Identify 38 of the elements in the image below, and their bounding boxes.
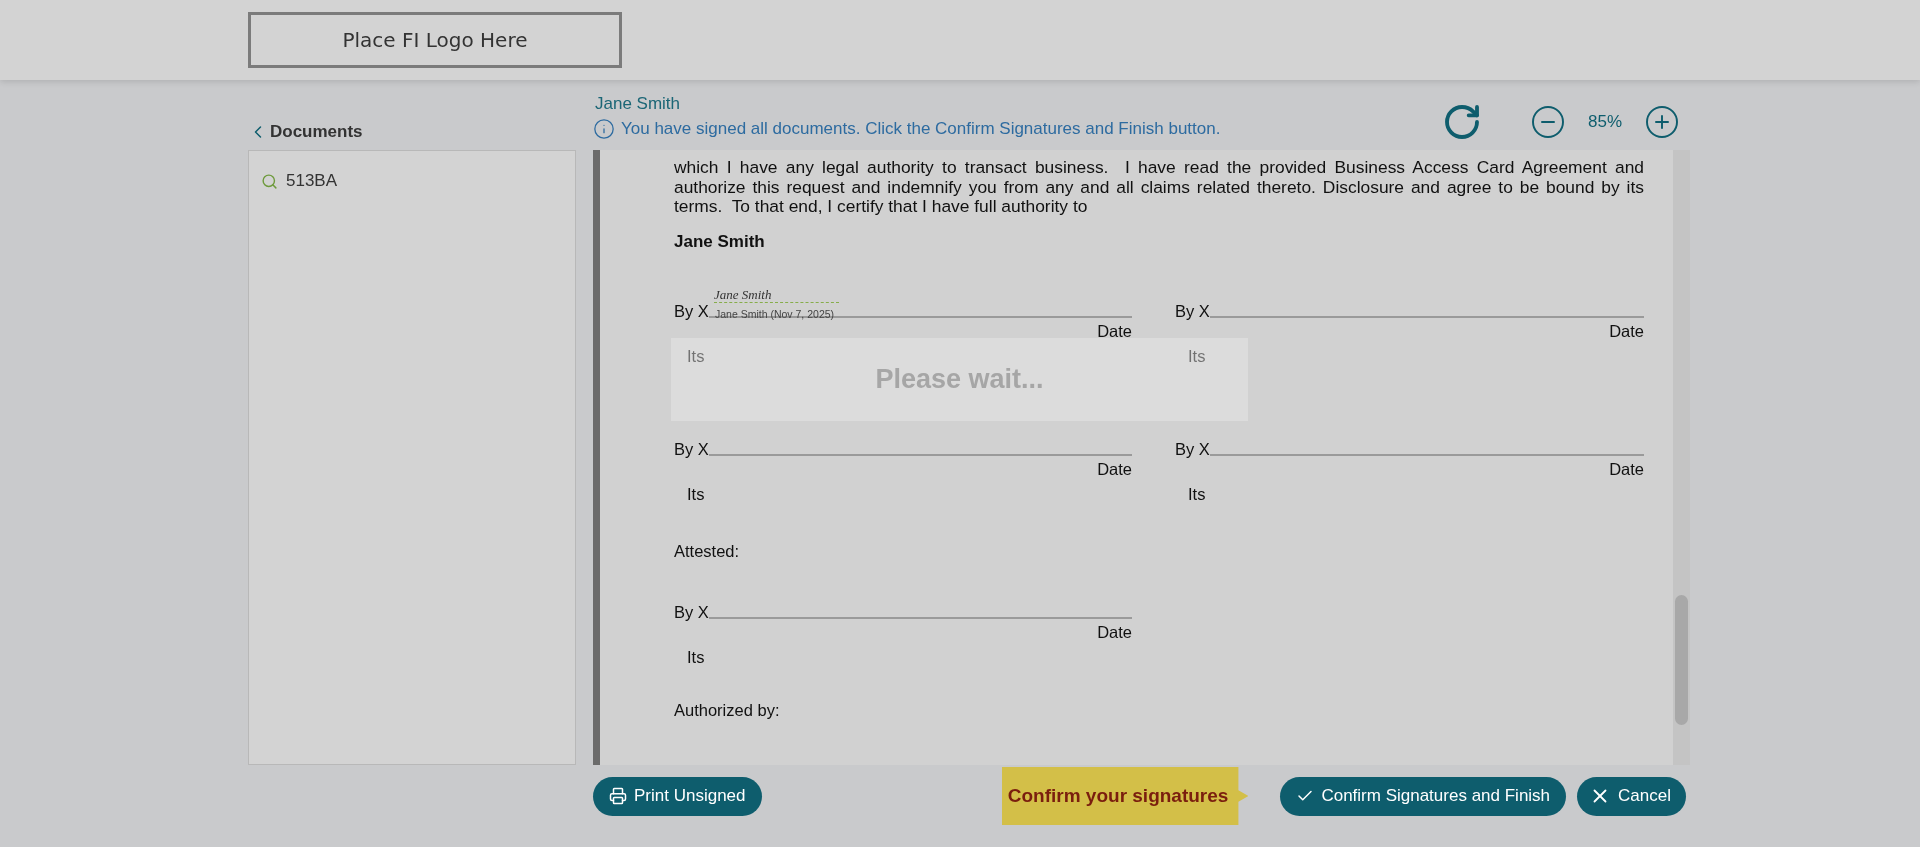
- confirm-button[interactable]: Confirm Signatures and Finish: [1280, 776, 1567, 816]
- signature-label: By X: [1175, 439, 1210, 459]
- date-label: Date: [1609, 459, 1644, 478]
- refresh-icon[interactable]: [1442, 102, 1482, 142]
- title-label: Its: [687, 484, 705, 503]
- zoom-level: 85%: [1587, 112, 1623, 132]
- search-icon: [261, 172, 278, 190]
- title-label: Its: [1188, 484, 1206, 503]
- date-label: Date: [1097, 321, 1132, 340]
- back-link[interactable]: Documents: [248, 122, 363, 142]
- cancel-button[interactable]: Cancel: [1577, 776, 1686, 816]
- signer-heading: Jane Smith: [674, 231, 766, 252]
- signature-caption: Jane Smith (Nov 7, 2025): [715, 307, 835, 320]
- scrollbar[interactable]: [1673, 150, 1690, 765]
- signature-label: By X: [674, 439, 709, 459]
- zoom-in-icon[interactable]: [1644, 104, 1680, 140]
- date-label: Date: [1609, 321, 1644, 340]
- date-label: Date: [1097, 459, 1132, 478]
- signature-label: By X: [674, 602, 709, 622]
- info-icon: [593, 118, 615, 140]
- notice-text: You have signed all documents. Click the Confirm Signatures and Finish button.: [621, 119, 1221, 139]
- zoom-out-icon[interactable]: [1530, 104, 1566, 140]
- agreement-paragraph: which I have any legal authority to transact business. I have read the provided Business Access Card Agreement and authorize this request and indemnify you from any and all claims related thereto. Disclosure and agree to be bound by its terms. To that end, I certify that I have full authority to: [674, 158, 1644, 217]
- hint-tooltip: Confirm your signatures: [1001, 767, 1249, 825]
- signer-name: Jane Smith: [595, 94, 682, 114]
- date-label: Date: [1097, 622, 1132, 641]
- print-unsigned-button[interactable]: Print Unsigned: [593, 776, 762, 816]
- section-label: Authorized by:: [674, 700, 781, 720]
- title-label: Its: [687, 346, 705, 365]
- signature-label: By X: [674, 301, 709, 321]
- logo-banner: Place FI Logo Here: [248, 12, 622, 68]
- title-label: Its: [1188, 346, 1206, 365]
- document-item[interactable]: 513BA: [286, 171, 338, 191]
- signature-label: By X: [1175, 301, 1210, 321]
- title-label: Its: [687, 647, 705, 666]
- section-label: Attested:: [674, 541, 741, 561]
- signature[interactable]: Jane Smith: [714, 287, 839, 303]
- printer-icon: [609, 787, 627, 805]
